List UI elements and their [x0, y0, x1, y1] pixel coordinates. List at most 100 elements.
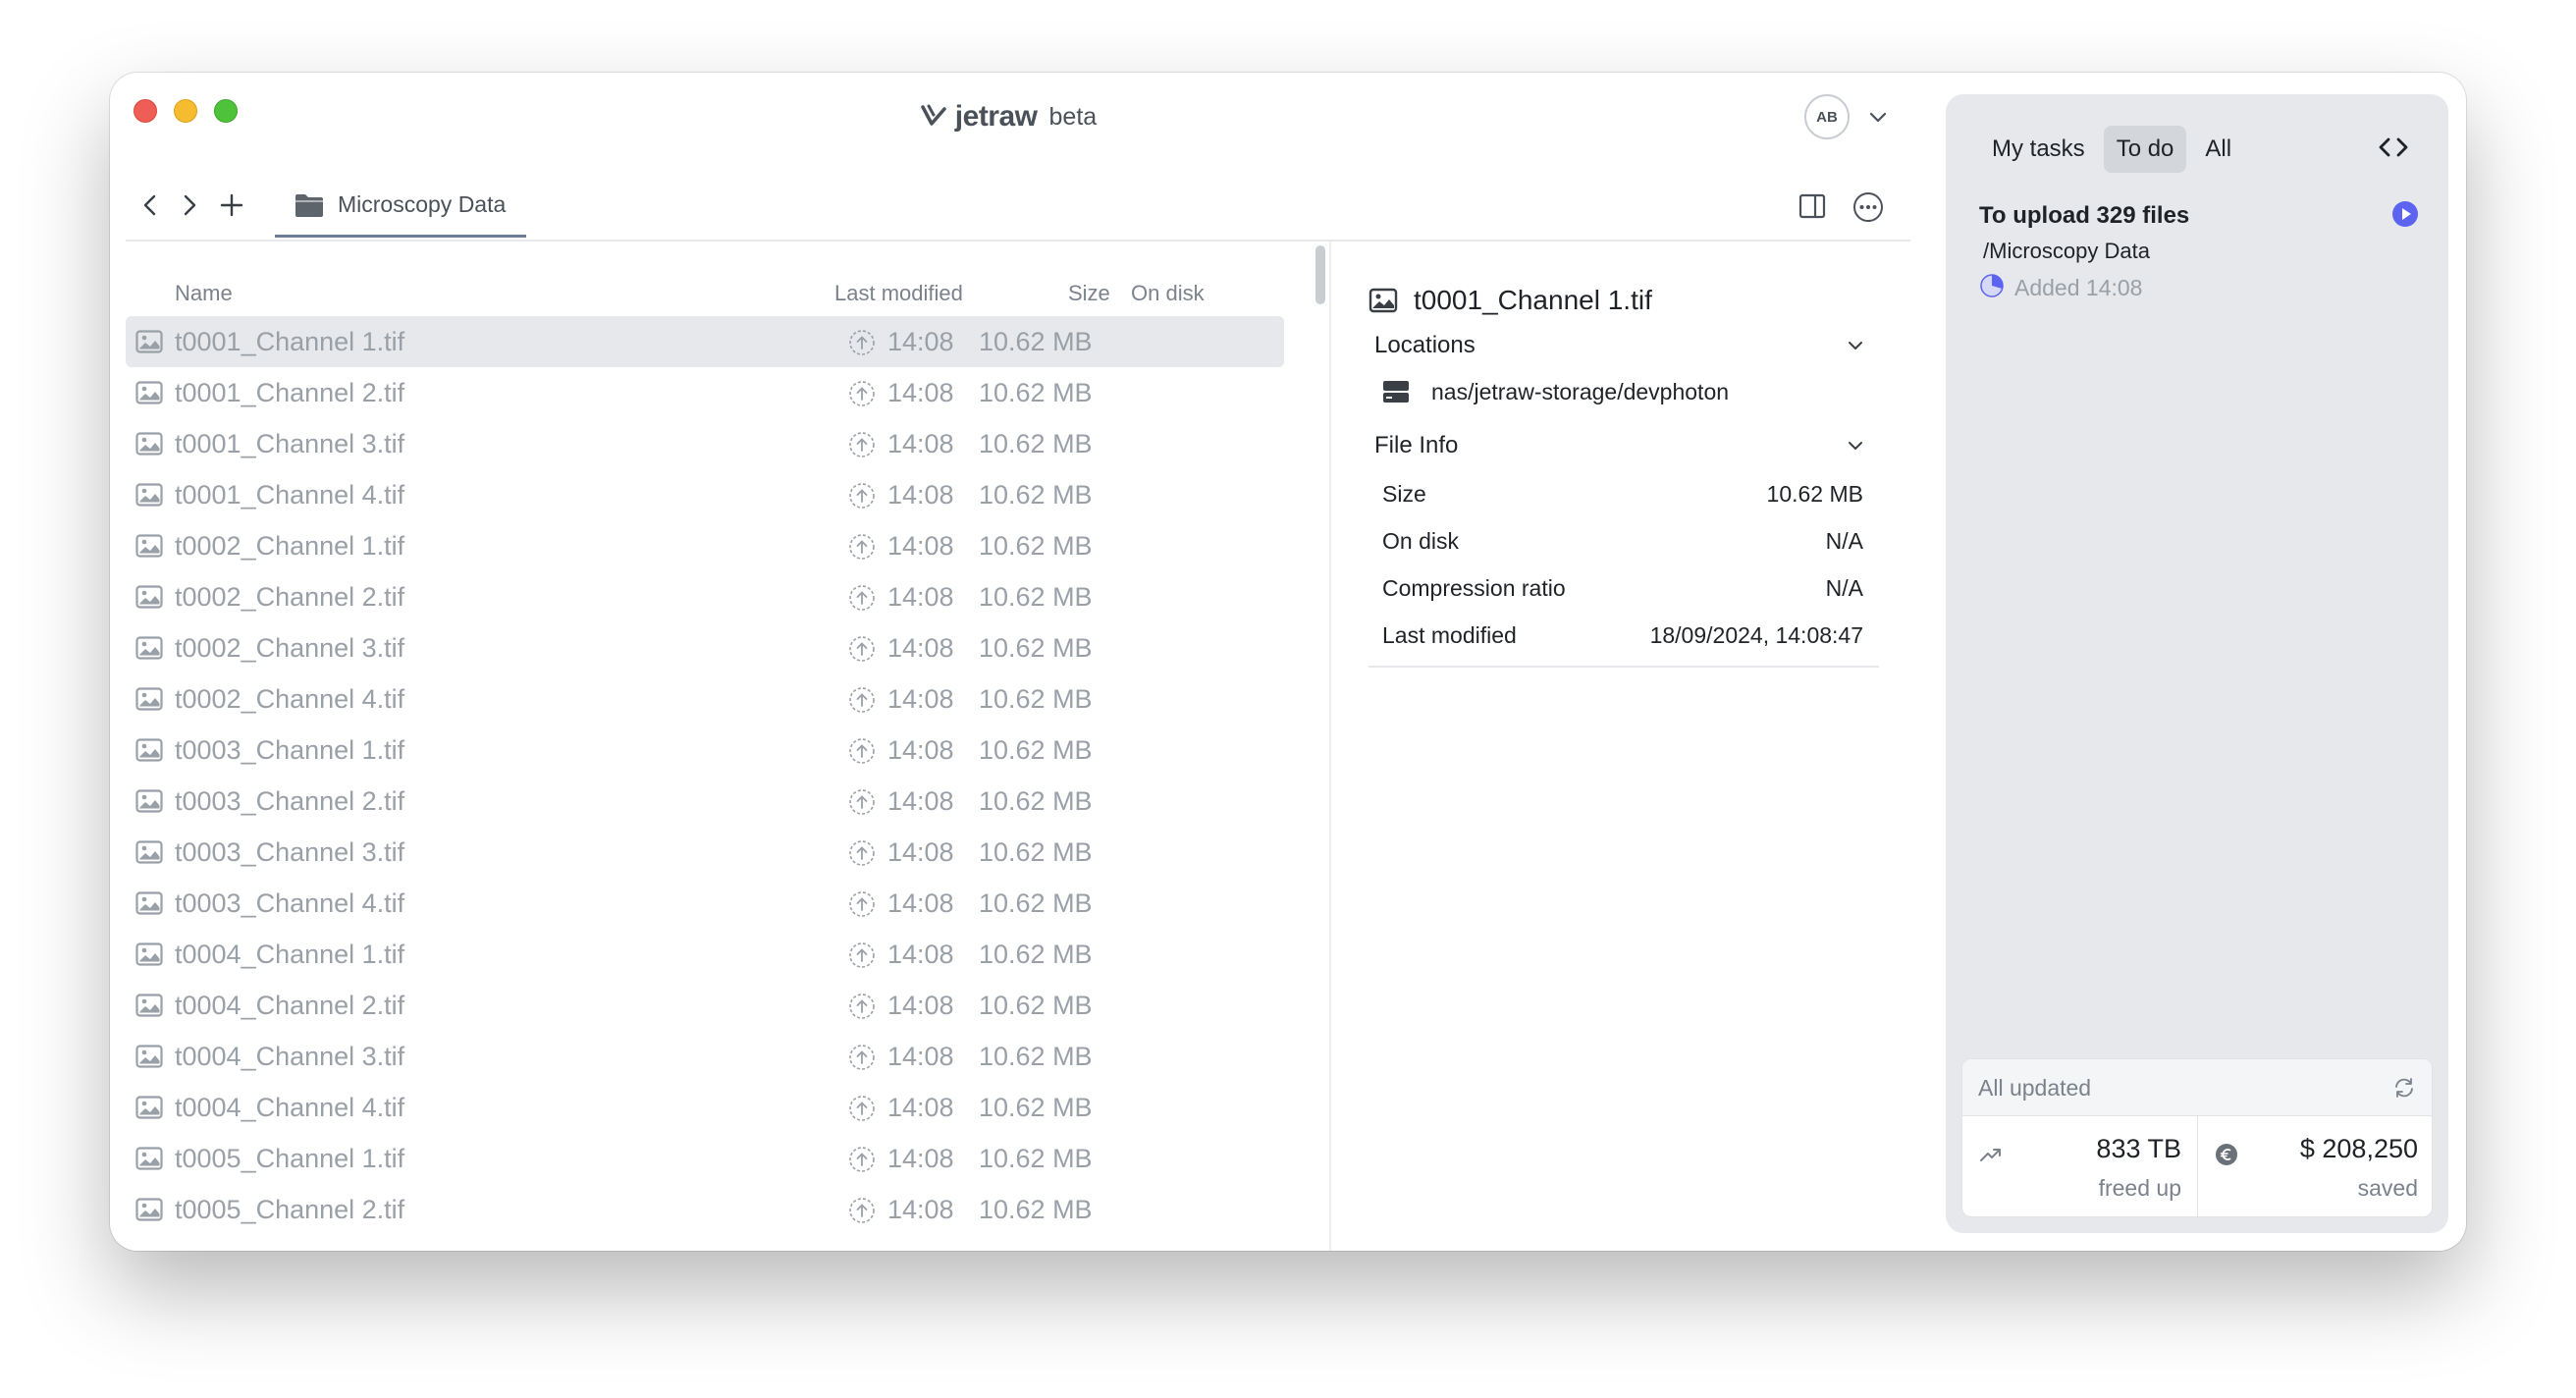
tab-to-do[interactable]: To do [2103, 126, 2187, 173]
file-list-scrollbar[interactable] [1315, 245, 1325, 304]
file-info-section-toggle[interactable]: File Info [1368, 426, 1879, 465]
file-size: 10.62 MB [979, 378, 1093, 407]
beta-badge: beta [1048, 102, 1098, 131]
euro-icon [2216, 1144, 2237, 1165]
file-row[interactable]: t0003_Channel 4.tif 14:08 10.62 MB [126, 878, 1286, 929]
info-value: 18/09/2024, 14:08:47 [1649, 622, 1863, 648]
file-name: t0002_Channel 3.tif [175, 633, 405, 663]
file-row[interactable]: t0001_Channel 3.tif 14:08 10.62 MB [126, 418, 1286, 469]
file-name: t0001_Channel 2.tif [175, 378, 405, 407]
column-name[interactable]: Name [175, 281, 233, 306]
info-value: N/A [1825, 528, 1863, 554]
file-row[interactable]: t0004_Channel 2.tif 14:08 10.62 MB [126, 980, 1286, 1031]
upload-pending-icon [849, 1198, 875, 1223]
image-icon [135, 840, 163, 864]
file-row[interactable]: t0003_Channel 2.tif 14:08 10.62 MB [126, 776, 1286, 827]
chevron-down-icon [1849, 342, 1862, 350]
image-icon [135, 432, 163, 456]
progress-pie-icon [1980, 274, 2004, 297]
file-row[interactable]: t0002_Channel 4.tif 14:08 10.62 MB [126, 673, 1286, 725]
file-size: 10.62 MB [979, 1195, 1093, 1224]
location-item[interactable]: nas/jetraw-storage/devphoton [1368, 365, 1879, 418]
chevron-down-icon[interactable] [1867, 106, 1889, 128]
file-size: 10.62 MB [979, 940, 1093, 969]
image-icon [135, 1045, 163, 1068]
image-icon [135, 636, 163, 660]
file-row[interactable]: t0004_Channel 3.tif 14:08 10.62 MB [126, 1031, 1286, 1082]
image-icon [135, 789, 163, 813]
file-row[interactable]: t0001_Channel 2.tif 14:08 10.62 MB [126, 367, 1286, 418]
update-status: All updated [1978, 1075, 2092, 1101]
tab-microscopy-data[interactable]: Microscopy Data [275, 175, 526, 238]
file-name: t0003_Channel 4.tif [175, 888, 405, 918]
column-on-disk[interactable]: On disk [1131, 281, 1205, 306]
file-name: t0003_Channel 1.tif [175, 735, 405, 765]
column-last-modified[interactable]: Last modified [834, 281, 963, 306]
image-icon [135, 1198, 163, 1221]
freed-up-stat: 833 TB freed up [1962, 1116, 2198, 1216]
file-row[interactable]: t0002_Channel 2.tif 14:08 10.62 MB [126, 571, 1286, 622]
upload-pending-icon [849, 891, 875, 917]
refresh-icon[interactable] [2392, 1076, 2416, 1100]
file-row[interactable]: t0003_Channel 3.tif 14:08 10.62 MB [126, 827, 1286, 878]
tab-all[interactable]: All [2192, 126, 2244, 173]
file-row[interactable]: t0002_Channel 1.tif 14:08 10.62 MB [126, 520, 1286, 571]
toggle-panel-button[interactable] [1798, 192, 1826, 220]
upload-pending-icon [849, 585, 875, 611]
locations-label: Locations [1374, 332, 1476, 358]
file-row[interactable]: t0002_Channel 3.tif 14:08 10.62 MB [126, 622, 1286, 673]
saved-stat: $ 208,250 saved [2198, 1116, 2432, 1216]
file-size: 10.62 MB [979, 735, 1093, 765]
info-row-compression-ratio: Compression ratio N/A [1368, 564, 1879, 611]
code-icon[interactable] [2378, 134, 2409, 161]
file-detail-panel: t0001_Channel 1.tif Locations nas/jetraw… [1368, 281, 1879, 668]
task-title[interactable]: To upload 329 files [1979, 202, 2189, 230]
file-row[interactable]: t0001_Channel 4.tif 14:08 10.62 MB [126, 469, 1286, 520]
file-row[interactable]: t0005_Channel 1.tif 14:08 10.62 MB [126, 1133, 1286, 1184]
image-icon [135, 687, 163, 711]
back-button[interactable] [137, 192, 163, 218]
file-row[interactable]: t0005_Channel 2.tif 14:08 10.62 MB [126, 1184, 1286, 1235]
upload-pending-icon [849, 789, 875, 815]
upload-pending-icon [849, 840, 875, 866]
more-options-button[interactable] [1852, 190, 1885, 224]
server-icon [1383, 381, 1409, 403]
tab-my-tasks[interactable]: My tasks [1979, 126, 2098, 173]
file-row[interactable]: t0004_Channel 1.tif 14:08 10.62 MB [126, 929, 1286, 980]
image-icon [135, 994, 163, 1017]
file-modified-time: 14:08 [887, 684, 954, 714]
file-name: t0001_Channel 4.tif [175, 480, 405, 510]
locations-section-toggle[interactable]: Locations [1368, 326, 1879, 365]
info-label: Last modified [1382, 622, 1517, 648]
column-size[interactable]: Size [1068, 281, 1110, 306]
folder-icon [295, 193, 323, 217]
file-row[interactable]: t0003_Channel 1.tif 14:08 10.62 MB [126, 725, 1286, 776]
user-avatar[interactable]: AB [1804, 94, 1850, 139]
file-row[interactable]: t0004_Channel 4.tif 14:08 10.62 MB [126, 1082, 1286, 1133]
info-row-last-modified: Last modified 18/09/2024, 14:08:47 [1368, 611, 1879, 658]
tasks-panel: My tasks To do All To upload 329 files /… [1946, 94, 2448, 1233]
app-name: jetraw [954, 100, 1038, 133]
file-size: 10.62 MB [979, 684, 1093, 714]
file-size: 10.62 MB [979, 582, 1093, 612]
image-icon [1368, 288, 1398, 313]
file-row[interactable]: t0001_Channel 1.tif 14:08 10.62 MB [126, 316, 1284, 367]
file-size: 10.62 MB [979, 531, 1093, 561]
file-name: t0001_Channel 3.tif [175, 429, 405, 458]
task-added-time: Added 14:08 [2014, 275, 2143, 300]
file-list: t0001_Channel 1.tif 14:08 10.62 MB t0001_Ch… [126, 316, 1286, 1235]
toolbar-divider [126, 240, 1910, 242]
play-circle-icon[interactable] [2391, 200, 2419, 228]
file-size: 10.62 MB [979, 1144, 1093, 1173]
file-size: 10.62 MB [979, 633, 1093, 663]
file-modified-time: 14:08 [887, 888, 954, 918]
new-tab-button[interactable] [218, 191, 245, 219]
file-name: t0003_Channel 3.tif [175, 837, 405, 867]
file-name: t0004_Channel 1.tif [175, 940, 405, 969]
file-info-label: File Info [1374, 432, 1459, 458]
detail-title: t0001_Channel 1.tif [1414, 285, 1652, 315]
upload-pending-icon [849, 432, 875, 457]
file-name: t0002_Channel 2.tif [175, 582, 405, 612]
forward-button[interactable] [177, 192, 202, 218]
upload-pending-icon [849, 738, 875, 764]
